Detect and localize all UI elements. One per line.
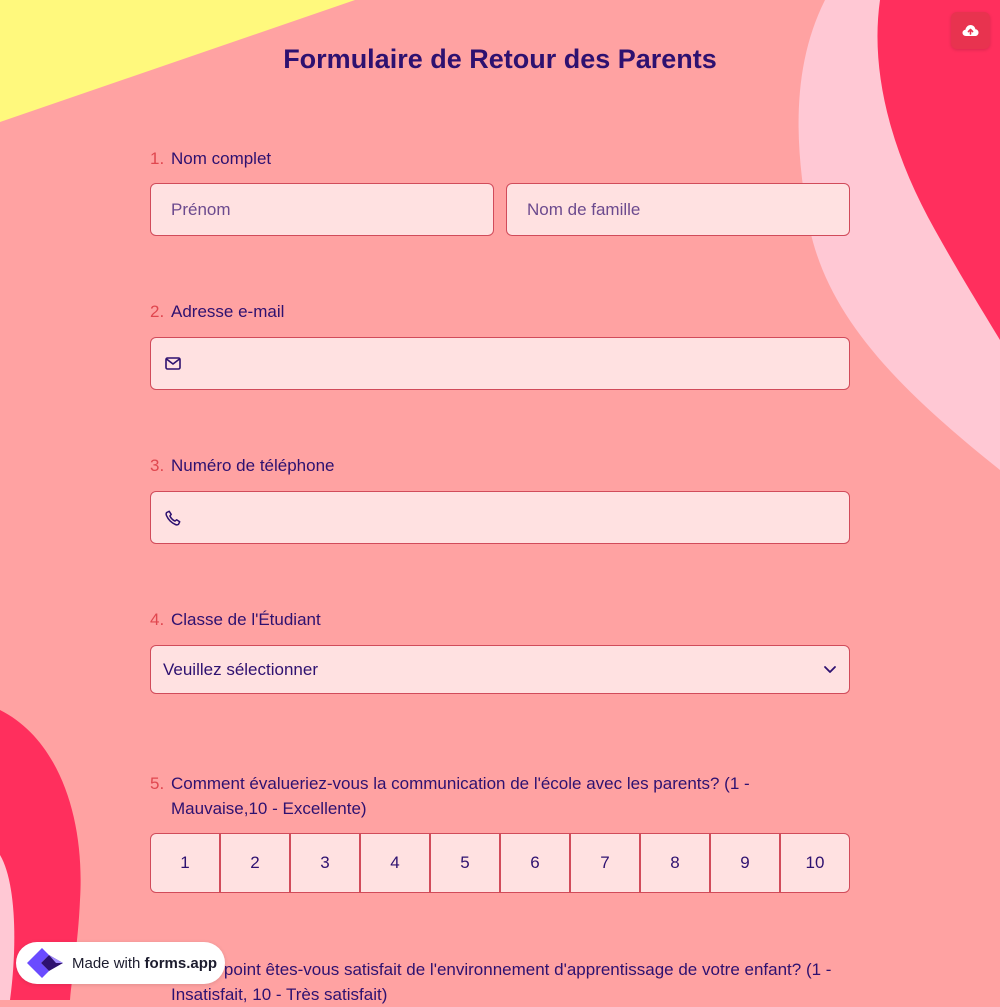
envelope-icon: [165, 357, 181, 370]
rating-option-1[interactable]: 1: [151, 834, 219, 892]
first-name-input[interactable]: Prénom: [150, 183, 494, 236]
rating-option-3[interactable]: 3: [289, 834, 359, 892]
last-name-placeholder: Nom de famille: [527, 199, 641, 219]
question-email: 2. Adresse e-mail: [150, 299, 850, 390]
question-communication-rating: 5. Comment évalueriez-vous la communicat…: [150, 771, 850, 893]
first-name-placeholder: Prénom: [171, 199, 231, 219]
email-input[interactable]: [150, 337, 850, 390]
rating-scale: 1 2 3 4 5 6 7 8 9 10: [150, 833, 850, 893]
rating-option-8[interactable]: 8: [639, 834, 709, 892]
rating-option-5[interactable]: 5: [429, 834, 499, 892]
made-with-badge[interactable]: Made with forms.app: [16, 942, 225, 984]
question-number: 5.: [150, 774, 165, 793]
chevron-down-icon: [824, 666, 836, 673]
rating-option-4[interactable]: 4: [359, 834, 429, 892]
question-label: 5. Comment évalueriez-vous la communicat…: [150, 771, 850, 821]
badge-prefix: Made with: [72, 954, 141, 972]
question-label: 2. Adresse e-mail: [150, 299, 850, 324]
upload-button[interactable]: [951, 12, 990, 49]
question-number: 1.: [150, 149, 165, 168]
rating-option-7[interactable]: 7: [569, 834, 639, 892]
question-phone: 3. Numéro de téléphone: [150, 453, 850, 544]
question-text: Adresse e-mail: [171, 302, 285, 321]
class-select[interactable]: Veuillez sélectionner: [150, 645, 850, 694]
question-label: 3. Numéro de téléphone: [150, 453, 850, 478]
question-text: Comment évalueriez-vous la communication…: [171, 774, 750, 818]
question-label: 1. Nom complet: [150, 146, 850, 171]
question-text: Numéro de téléphone: [171, 456, 335, 475]
question-label: 4. Classe de l'Étudiant: [150, 607, 850, 632]
phone-input[interactable]: [150, 491, 850, 544]
question-text: Nom complet: [171, 149, 272, 168]
rating-option-6[interactable]: 6: [499, 834, 569, 892]
form-title: Formulaire de Retour des Parents: [283, 44, 717, 74]
badge-text: Made with forms.app: [72, 955, 217, 972]
question-class: 4. Classe de l'Étudiant Veuillez sélecti…: [150, 607, 850, 694]
last-name-input[interactable]: Nom de famille: [506, 183, 850, 236]
name-fields: Prénom Nom de famille: [150, 183, 850, 236]
cloud-upload-icon: [962, 25, 979, 36]
question-number: 3.: [150, 456, 165, 475]
badge-brand: forms.app: [144, 954, 218, 972]
question-full-name: 1. Nom complet Prénom Nom de famille: [150, 146, 850, 236]
rating-option-9[interactable]: 9: [709, 834, 779, 892]
question-number: 4.: [150, 610, 165, 629]
question-number: 2.: [150, 302, 165, 321]
phone-icon: [165, 510, 181, 526]
forms-app-logo-icon: [27, 948, 63, 978]
class-select-value: Veuillez sélectionner: [163, 659, 318, 679]
question-text: Classe de l'Étudiant: [171, 610, 321, 629]
rating-option-2[interactable]: 2: [219, 834, 289, 892]
rating-option-10[interactable]: 10: [779, 834, 849, 892]
